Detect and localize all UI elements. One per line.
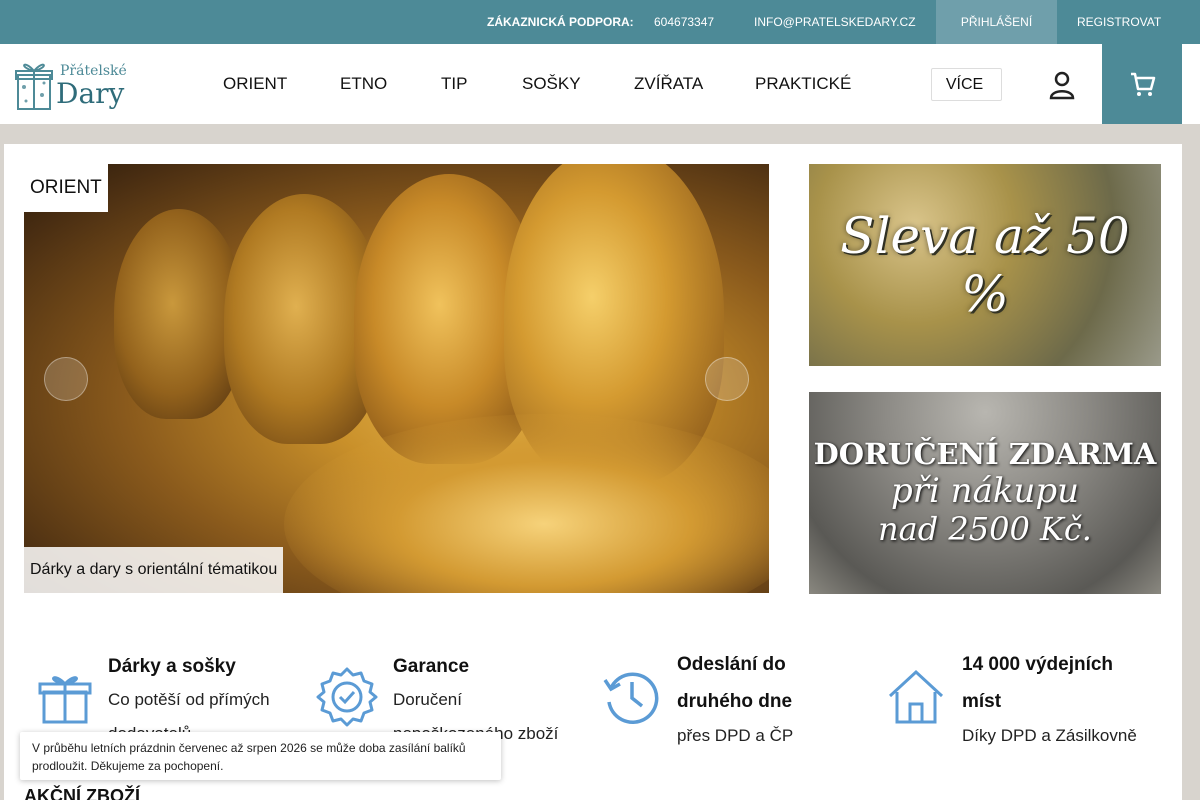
feature-subtitle: Díky DPD a Zásilkovně [962,726,1137,745]
login-label: PŘIHLÁŠENÍ [960,15,1033,29]
buddha-body-image [284,414,769,593]
support-phone-link[interactable]: 604673347 [654,0,714,44]
logo-text-big: Dary [56,77,125,110]
slide-caption[interactable]: Dárky a dary s orientální tématikou [24,547,284,593]
main-content: ORIENT Dárky a dary s orientální tématik… [4,144,1182,800]
nav-item-tip[interactable]: TIP [441,74,477,94]
holiday-notice: V průběhu letních prázdnin červenec až s… [20,732,501,780]
nav-label: TIP [441,74,468,93]
nav-item-prakticke[interactable]: PRAKTICKÉ [755,74,861,94]
support-label: ZÁKAZNICKÁ PODPORA: [487,15,634,29]
nav-item-zvirata[interactable]: ZVÍŘATA [634,74,713,94]
site-header: Přátelské Dary ORIENT ETNO TIP SOŠKY ZVÍ… [0,44,1200,124]
sale-banner-text: Sleva až 50 % [840,207,1130,323]
support-email-link[interactable]: INFO@PRATELSKEDARY.CZ [754,0,916,44]
more-menu-button[interactable]: VÍCE [931,68,1002,101]
home-icon [888,669,944,724]
register-link[interactable]: REGISTROVAT [1077,0,1161,44]
cart-button[interactable] [1102,44,1182,124]
notice-text: V průběhu letních prázdnin červenec až s… [32,741,466,773]
nav-item-etno[interactable]: ETNO [340,74,397,94]
nav-label: ZVÍŘATA [634,74,704,93]
nav-label: PRAKTICKÉ [755,74,852,93]
shipping-line-3: nad 2500 Kč. [878,509,1092,548]
top-bar: ZÁKAZNICKÁ PODPORA: 604673347 INFO@PRATE… [0,0,1200,44]
nav-label: ORIENT [223,74,288,93]
feature-title: Garance [393,656,470,677]
shipping-line-1: DORUČENÍ ZDARMA [813,437,1157,472]
slide-category-tag[interactable]: ORIENT [24,164,108,212]
feature-title: Odeslání do druhého dne [677,654,793,712]
shipping-line-2: při nákupu [890,470,1080,511]
section-title-sale-products: AKČNÍ ZBOŽÍ [24,786,140,800]
nav-label: ETNO [340,74,388,93]
nav-item-orient[interactable]: ORIENT [223,74,297,94]
clock-history-icon [603,672,659,724]
login-button[interactable]: PŘIHLÁŠENÍ [936,0,1057,44]
sale-banner[interactable]: Sleva až 50 % [809,164,1161,366]
slider-prev-button[interactable] [44,357,88,401]
feature-title: Dárky a sošky [108,656,236,677]
gift-icon [38,676,92,724]
nav-item-sosky[interactable]: SOŠKY [522,74,591,94]
user-icon[interactable] [1048,70,1076,100]
site-logo[interactable]: Přátelské Dary [14,57,130,113]
nav-label: SOŠKY [522,74,581,93]
feature-title: 14 000 výdejních míst [962,654,1114,712]
free-shipping-banner[interactable]: DORUČENÍ ZDARMA při nákupu nad 2500 Kč. [809,392,1161,594]
slider-next-button[interactable] [705,357,749,401]
cart-icon [1131,72,1156,96]
more-label: VÍCE [945,76,984,93]
feature-subtitle: přes DPD a ČP [677,726,794,745]
badge-check-icon [316,667,378,727]
gift-logo-icon [15,63,53,110]
hero-slider[interactable]: ORIENT Dárky a dary s orientální tématik… [24,164,769,593]
shipping-banner-text: DORUČENÍ ZDARMA při nákupu nad 2500 Kč. [813,437,1157,548]
